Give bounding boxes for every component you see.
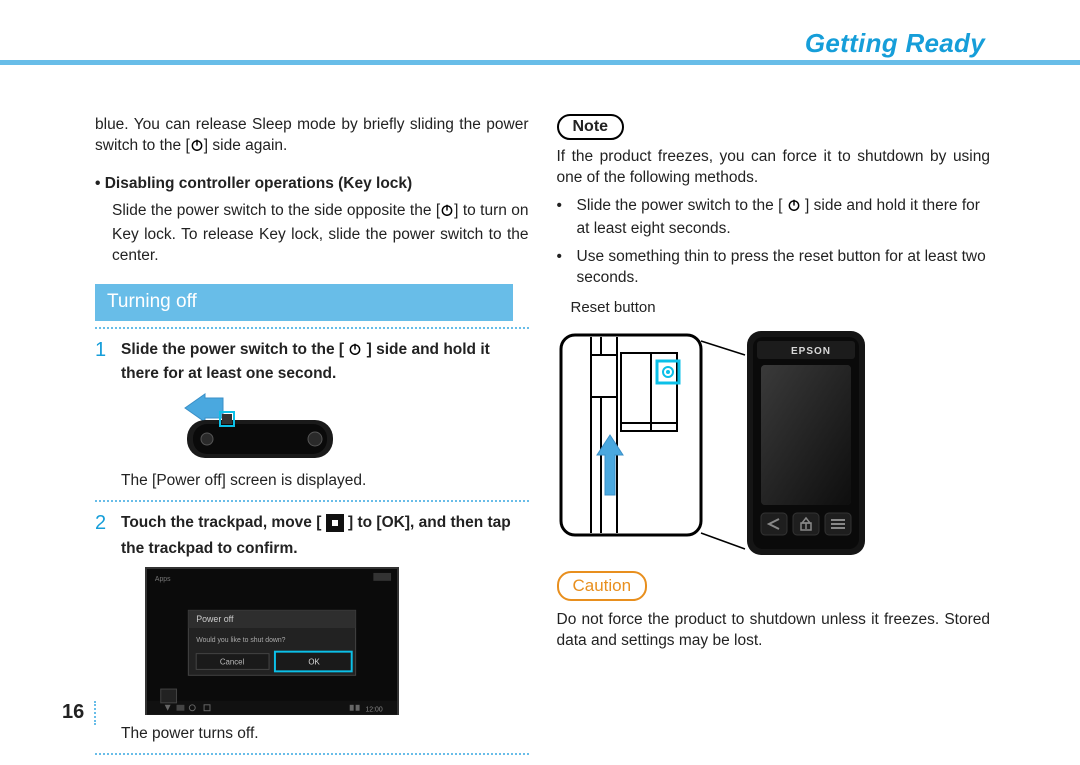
- reset-device-figure: EPSON: [557, 325, 991, 571]
- note-bullet-1: • Slide the power switch to the [ ] side…: [557, 195, 991, 240]
- header-rule: [0, 60, 1080, 65]
- intro-text-a: blue. You can release Sleep mode by brie…: [95, 116, 529, 154]
- device-top-figure: [145, 390, 529, 462]
- caution-body: Do not force the product to shutdown unl…: [557, 609, 991, 652]
- note-bullet-2: • Use something thin to press the reset …: [557, 246, 991, 289]
- caution-pill: Caution: [557, 571, 648, 600]
- power-icon: [787, 197, 801, 218]
- page-header: Getting Ready: [0, 0, 1080, 66]
- reset-button-label: Reset button: [571, 298, 991, 319]
- power-icon: [440, 202, 454, 223]
- step-number: 1: [95, 339, 111, 497]
- right-column: Note If the product freezes, you can for…: [557, 114, 991, 765]
- cursor-icon: [326, 514, 344, 538]
- intro-paragraph: blue. You can release Sleep mode by brie…: [95, 114, 529, 159]
- poweroff-screenshot: Apps Power off Would you like to shut do…: [145, 567, 399, 715]
- keylock-heading: Disabling controller operations (Key loc…: [95, 173, 529, 194]
- dotted-rule: [95, 753, 529, 755]
- ok-button: OK: [308, 658, 320, 667]
- apps-label: Apps: [155, 576, 171, 583]
- step-2-result: The power turns off.: [121, 723, 529, 744]
- step-2: 2 Touch the trackpad, move [ ] to [OK], …: [95, 512, 529, 751]
- clock: 12:00: [365, 707, 382, 714]
- step-2-instruction: Touch the trackpad, move [ ] to [OK], an…: [121, 512, 529, 560]
- section-title: Getting Ready: [805, 28, 985, 59]
- note-pill: Note: [557, 114, 625, 140]
- note-bullets: • Slide the power switch to the [ ] side…: [557, 195, 991, 289]
- left-column: blue. You can release Sleep mode by brie…: [95, 114, 529, 765]
- note-intro: If the product freezes, you can force it…: [557, 146, 991, 189]
- dialog-message: Would you like to shut down?: [196, 637, 285, 644]
- step-1-instruction: Slide the power switch to the [ ] side a…: [121, 339, 529, 384]
- content-columns: blue. You can release Sleep mode by brie…: [0, 66, 1080, 765]
- page-number: 16: [62, 701, 96, 725]
- cancel-button: Cancel: [220, 658, 245, 667]
- step-number: 2: [95, 512, 111, 751]
- intro-text-b: ] side again.: [204, 137, 288, 154]
- step-1: 1 Slide the power switch to the [ ] side…: [95, 339, 529, 497]
- step-1-result: The [Power off] screen is displayed.: [121, 470, 529, 491]
- dotted-rule: [95, 500, 529, 502]
- manual-page: Getting Ready blue. You can release Slee…: [0, 0, 1080, 761]
- turning-off-heading: Turning off: [95, 284, 513, 321]
- brand-label: EPSON: [791, 346, 831, 357]
- power-icon: [348, 341, 362, 362]
- dotted-rule: [95, 327, 529, 329]
- power-icon: [190, 137, 204, 158]
- keylock-body: Slide the power switch to the side oppos…: [95, 200, 529, 266]
- dialog-title: Power off: [196, 614, 234, 624]
